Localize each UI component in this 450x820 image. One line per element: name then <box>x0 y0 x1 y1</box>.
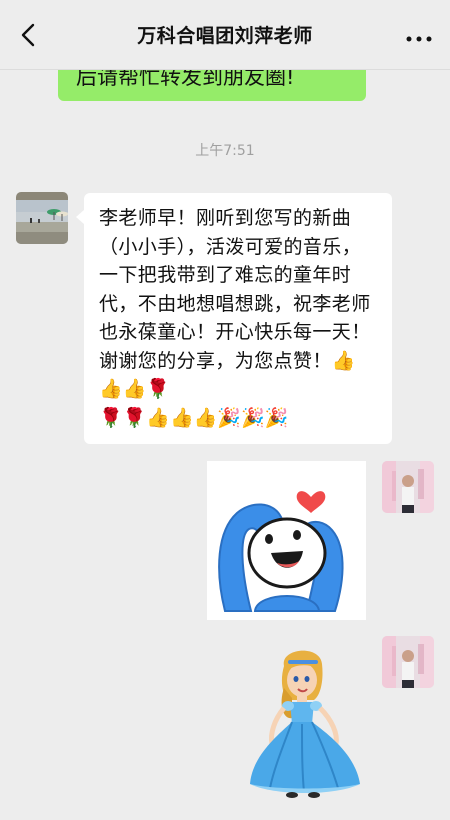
contact-avatar[interactable] <box>16 192 68 244</box>
incoming-message-bubble[interactable]: 李老师早！刚听到您写的新曲（小小手），活泼可爱的音乐，一下把我带到了难忘的童年时… <box>76 193 392 444</box>
princess-doll-sticker[interactable] <box>244 648 366 798</box>
heart-hands-sticker[interactable] <box>207 461 366 620</box>
incoming-message-text: 李老师早！刚听到您写的新曲（小小手），活泼可爱的音乐，一下把我带到了难忘的童年时… <box>99 207 371 372</box>
chat-title: 万科合唱团刘萍老师 <box>137 25 313 47</box>
my-avatar[interactable] <box>382 636 434 688</box>
chat-header: 万科合唱团刘萍老师 <box>0 0 450 70</box>
chevron-left-icon <box>19 23 39 51</box>
my-avatar[interactable] <box>382 461 434 513</box>
chat-area[interactable]: 后请帮忙转发到朋友圈! 上午7:51 李老师早！刚听到您写的新曲（小小手），活泼… <box>0 0 450 820</box>
more-dots-icon <box>406 28 432 47</box>
back-button[interactable] <box>14 22 44 52</box>
more-options-button[interactable] <box>402 22 436 52</box>
incoming-emoji-line-2: 🌹🌹👍👍👍🎉🎉🎉 <box>99 406 289 429</box>
message-timestamp: 上午7:51 <box>195 143 255 159</box>
